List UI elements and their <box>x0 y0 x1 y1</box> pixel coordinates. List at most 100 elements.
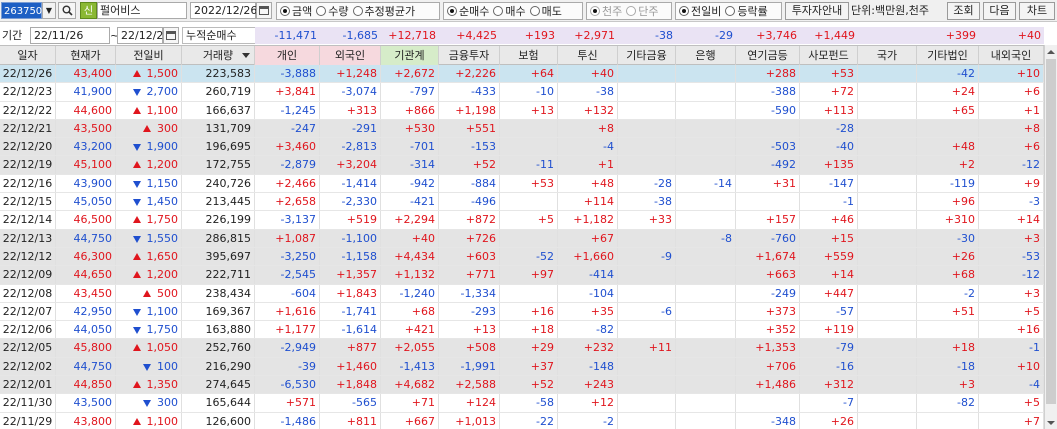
cell-individual: -247 <box>255 119 320 138</box>
query-date-input[interactable]: 2022/12/26 <box>190 2 257 19</box>
column-header-trust[interactable]: 투신 <box>558 46 618 65</box>
cell-other-fin <box>618 156 676 174</box>
table-row[interactable]: 22/12/14 46,500 1,750 226,199 -3,137 +519 +2,2… <box>0 211 1044 230</box>
arrow-down-icon <box>1047 420 1055 425</box>
column-header-domestic-foreign[interactable]: 내외국인 <box>979 46 1044 65</box>
column-header-price[interactable]: 현재가 <box>56 46 116 65</box>
column-header-volume[interactable]: 거래량 <box>182 46 255 65</box>
cell-nation <box>858 247 917 266</box>
column-header-fin-invest[interactable]: 금융투자 <box>439 46 500 65</box>
cell-other-fin <box>618 266 676 284</box>
table-row[interactable]: 22/12/20 43,200 1,900 196,695 +3,460 -2,813 -7… <box>0 138 1044 157</box>
cell-price: 44,850 <box>56 376 116 394</box>
cell-fin-invest: +1,013 <box>439 412 500 429</box>
sort-dropdown-icon[interactable] <box>242 53 250 58</box>
period-end-input[interactable]: 22/12/26 <box>117 27 170 44</box>
table-row[interactable]: 22/12/19 45,100 1,200 172,755 -2,879 +3,204 -3… <box>0 156 1044 175</box>
radio-buy[interactable]: 매수 <box>493 3 526 19</box>
cell-other-corp: +310 <box>917 211 979 229</box>
column-header-private-fund[interactable]: 사모펀드 <box>800 46 858 65</box>
cell-volume: 252,760 <box>182 339 255 357</box>
radio-prev-day[interactable]: 전일비 <box>679 3 721 19</box>
radio-single-shares[interactable]: 단주 <box>626 3 659 19</box>
radio-net-buy[interactable]: 순매수 <box>447 3 489 19</box>
table-row[interactable]: 22/11/29 43,800 1,100 126,600 -1,486 +811 +667… <box>0 412 1044 429</box>
cell-individual: +1,616 <box>255 302 320 321</box>
cell-domestic-foreign: -3 <box>979 193 1044 211</box>
column-header-other-fin[interactable]: 기타금융 <box>618 46 676 65</box>
cell-insurance: +37 <box>500 357 558 376</box>
cell-price: 45,050 <box>56 193 116 211</box>
table-row[interactable]: 22/12/08 43,450 500 238,434 -604 +1,843 -1,240… <box>0 284 1044 303</box>
cell-nation <box>858 357 917 376</box>
scroll-up-button[interactable] <box>1045 45 1057 58</box>
table-row[interactable]: 22/12/26 43,400 1,500 223,583 -3,888 +1,248 +2… <box>0 65 1044 84</box>
cell-private-fund: +53 <box>800 65 858 83</box>
cell-volume: 165,644 <box>182 394 255 412</box>
summary-insurance: +193 <box>500 27 558 44</box>
column-header-foreign[interactable]: 외국인 <box>320 46 381 65</box>
table-row[interactable]: 22/12/09 44,650 1,200 222,711 -2,545 +1,357 +1… <box>0 266 1044 285</box>
table-row[interactable]: 22/12/15 45,050 1,450 213,445 +2,658 -2,330 -4… <box>0 193 1044 212</box>
radio-est-avg-price[interactable]: 추정평균가 <box>352 3 415 19</box>
stock-code-input[interactable]: 263750 <box>1 2 42 19</box>
cell-date: 22/12/12 <box>0 247 56 266</box>
radio-quantity[interactable]: 수량 <box>316 3 349 19</box>
table-row[interactable]: 22/12/12 46,300 1,650 395,697 -3,250 -1,158 +4… <box>0 247 1044 267</box>
cell-insurance: +97 <box>500 266 558 284</box>
cell-change: 1,750 <box>116 321 182 339</box>
query-button[interactable]: 조회 <box>947 2 980 20</box>
table-row[interactable]: 22/12/07 42,950 1,100 169,367 +1,616 -1,741 +6… <box>0 302 1044 322</box>
column-header-change[interactable]: 전일비 <box>116 46 182 65</box>
column-header-other-corp[interactable]: 기타법인 <box>917 46 979 65</box>
cell-domestic-foreign: +14 <box>979 211 1044 229</box>
cell-fin-invest: -884 <box>439 174 500 193</box>
search-button[interactable] <box>58 2 76 19</box>
period-start-input[interactable]: 22/11/26 <box>30 27 110 44</box>
investor-guide-button[interactable]: 투자자안내 <box>785 2 849 20</box>
search-icon <box>62 5 73 16</box>
scroll-down-button[interactable] <box>1045 416 1057 429</box>
cell-private-fund: +14 <box>800 266 858 284</box>
cell-institution: +1,132 <box>381 266 439 284</box>
cell-other-fin: +11 <box>618 339 676 357</box>
radio-thousand-shares[interactable]: 천주 <box>590 3 622 19</box>
cell-other-corp: +65 <box>917 101 979 119</box>
column-header-bank[interactable]: 은행 <box>676 46 736 65</box>
table-row[interactable]: 22/11/30 43,500 300 165,644 +571 -565 +71 +124-… <box>0 394 1044 413</box>
cell-private-fund: +559 <box>800 247 858 266</box>
column-header-individual[interactable]: 개인 <box>255 46 320 65</box>
period-calendar-button[interactable] <box>163 27 179 44</box>
cell-fin-invest: +508 <box>439 339 500 357</box>
table-row[interactable]: 22/12/23 41,900 2,700 260,719 +3,841 -3,074 -7… <box>0 83 1044 102</box>
cell-other-corp: -2 <box>917 284 979 302</box>
column-header-nation[interactable]: 국가 <box>858 46 917 65</box>
column-header-pension[interactable]: 연기금등 <box>736 46 800 65</box>
cell-pension: +288 <box>736 65 800 83</box>
column-header-institution[interactable]: 기관계 <box>381 46 439 65</box>
next-button[interactable]: 다음 <box>983 2 1016 20</box>
chart-button[interactable]: 차트 <box>1019 2 1055 20</box>
table-row[interactable]: 22/12/06 44,050 1,750 163,880 +1,177 -1,614 +4… <box>0 321 1044 340</box>
radio-sell[interactable]: 매도 <box>529 3 562 19</box>
column-header-insurance[interactable]: 보험 <box>500 46 558 65</box>
radio-change-rate[interactable]: 등락률 <box>725 3 768 19</box>
table-row[interactable]: 22/12/22 44,600 1,100 166,637 -1,245 +313 +866… <box>0 101 1044 120</box>
table-row[interactable]: 22/12/16 43,900 1,150 240,726 +2,466 -1,414 -9… <box>0 174 1044 194</box>
stock-code-dropdown[interactable]: ▼ <box>42 2 56 19</box>
cell-domestic-foreign: +1 <box>979 101 1044 119</box>
table-row[interactable]: 22/12/05 45,800 1,050 252,760 -2,949 +877 +2,0… <box>0 339 1044 358</box>
query-date-calendar-button[interactable] <box>256 2 272 19</box>
column-header-date[interactable]: 일자 <box>0 46 56 65</box>
scroll-thumb[interactable] <box>1046 59 1056 404</box>
table-row[interactable]: 22/12/02 44,750 100 216,290 -39 +1,460 -1,413-… <box>0 357 1044 377</box>
table-row[interactable]: 22/12/01 44,850 1,350 274,645 -6,530 +1,848 +4… <box>0 376 1044 395</box>
table-row[interactable]: 22/12/13 44,750 1,550 286,815 +1,087 -1,100 +4… <box>0 229 1044 248</box>
table-row[interactable]: 22/12/21 43,500 300 131,709 -247 -291 +530 +551… <box>0 119 1044 139</box>
radio-amount[interactable]: 금액 <box>280 3 312 19</box>
vertical-scrollbar[interactable] <box>1044 45 1057 429</box>
change-value: 1,350 <box>146 378 179 392</box>
cell-nation <box>858 119 917 138</box>
cell-pension: -249 <box>736 284 800 302</box>
cell-bank <box>676 247 736 266</box>
